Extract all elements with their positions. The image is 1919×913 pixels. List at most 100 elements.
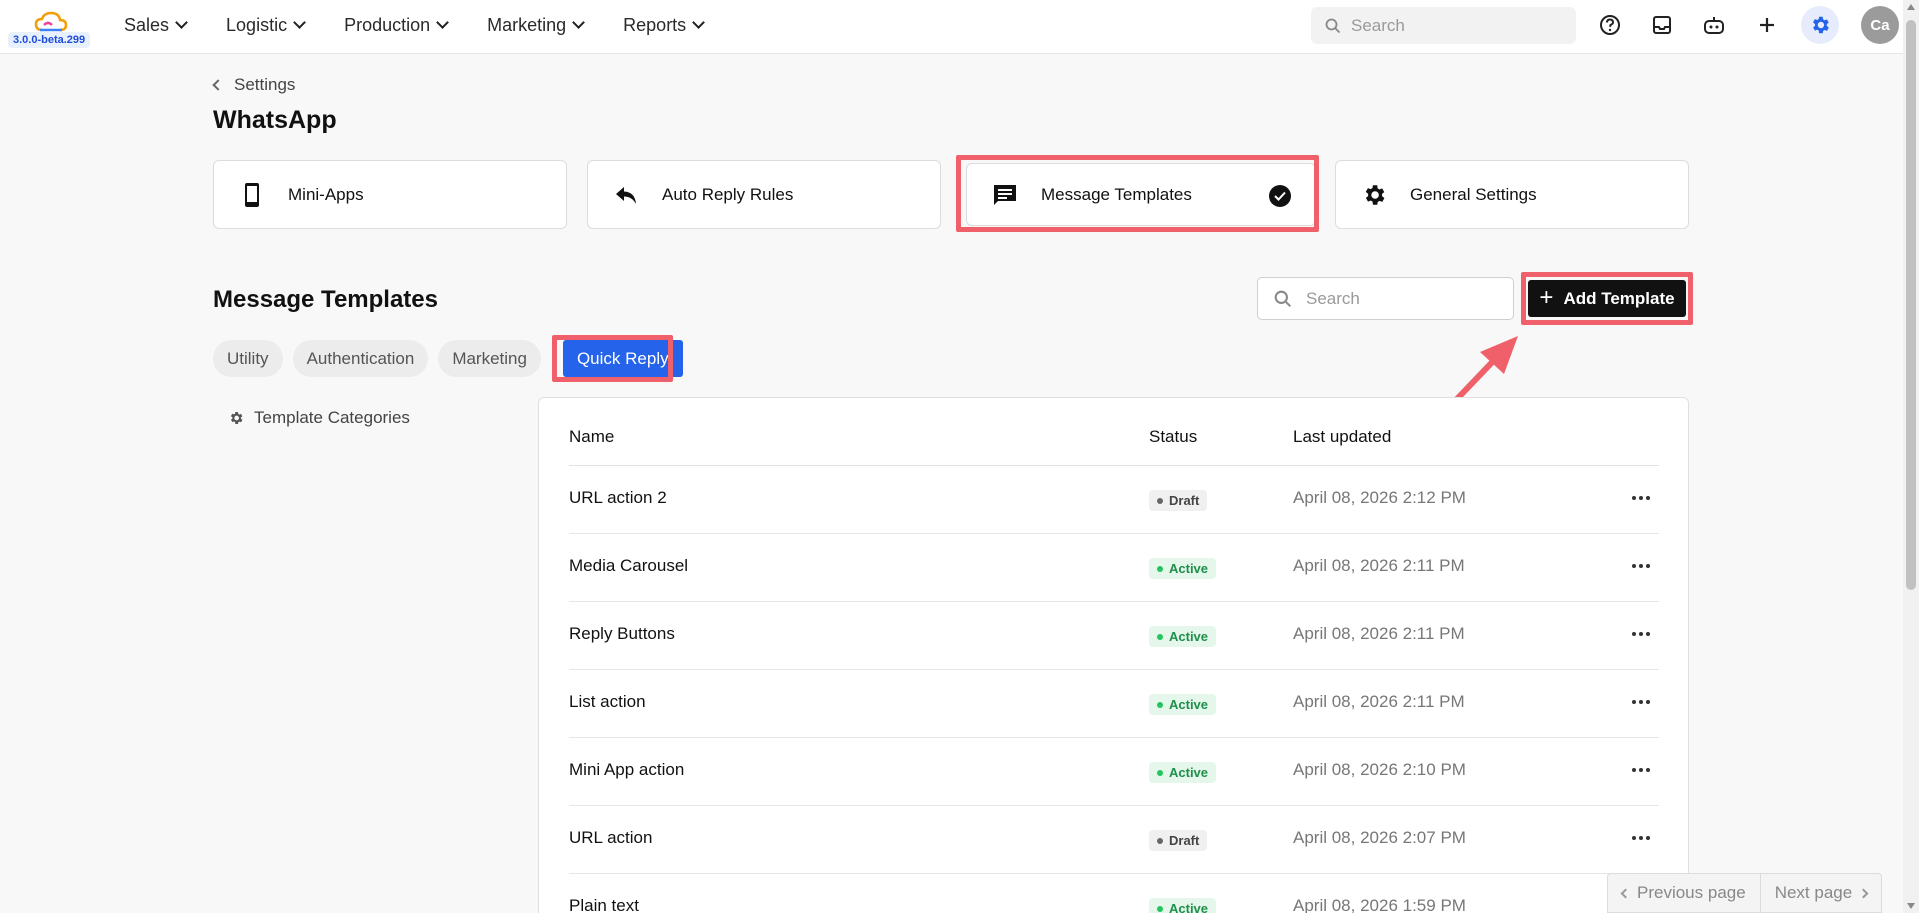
table-row[interactable]: List action Active April 08, 2026 2:11 P…: [569, 670, 1659, 738]
version-badge: 3.0.0-beta.299: [8, 32, 91, 48]
add-template-button[interactable]: + Add Template: [1528, 280, 1686, 317]
inbox-icon[interactable]: [1648, 11, 1676, 39]
status-label: Draft: [1169, 833, 1200, 848]
table-header: Name Status Last updated: [569, 398, 1659, 466]
more-options-icon[interactable]: [1629, 692, 1653, 712]
page-title: WhatsApp: [213, 106, 337, 134]
status-dot-icon: [1157, 565, 1163, 572]
top-bar: 3.0.0-beta.299 Sales Logistic Production…: [0, 0, 1903, 54]
status-badge: Active: [1149, 694, 1217, 715]
column-status[interactable]: Status: [1149, 427, 1197, 447]
nav-marketing[interactable]: Marketing: [487, 14, 586, 36]
status-badge: Draft: [1149, 830, 1208, 851]
filter-quick-reply[interactable]: Quick Reply: [562, 340, 683, 377]
nav-logistic[interactable]: Logistic: [226, 15, 306, 36]
message-icon: [991, 181, 1019, 209]
main-nav: Sales Logistic Production Marketing Repo…: [124, 0, 743, 50]
more-options-icon[interactable]: [1629, 624, 1653, 644]
app-logo[interactable]: 3.0.0-beta.299: [8, 8, 94, 50]
card-label: Message Templates: [1041, 184, 1192, 204]
scrollbar-thumb[interactable]: [1906, 20, 1916, 590]
nav-label: Sales: [124, 14, 170, 35]
template-categories-label: Template Categories: [254, 408, 410, 427]
template-name[interactable]: List action: [569, 692, 646, 712]
filter-chips: Utility Authentication Marketing Quick R…: [213, 340, 683, 377]
status-dot-icon: [1157, 769, 1163, 776]
table-row[interactable]: Reply Buttons Active April 08, 2026 2:11…: [569, 602, 1659, 670]
table-row[interactable]: URL action 2 Draft April 08, 2026 2:12 P…: [569, 466, 1659, 534]
global-search[interactable]: [1311, 7, 1576, 44]
breadcrumb-label: Settings: [234, 75, 296, 94]
filter-authentication[interactable]: Authentication: [292, 340, 429, 377]
table-row[interactable]: Media Carousel Active April 08, 2026 2:1…: [569, 534, 1659, 602]
column-last-updated[interactable]: Last updated: [1293, 427, 1391, 447]
status-badge: Active: [1149, 762, 1217, 783]
phone-icon: [238, 181, 266, 209]
template-search-input[interactable]: [1306, 288, 1486, 309]
global-search-input[interactable]: [1351, 15, 1551, 36]
breadcrumb[interactable]: Settings: [212, 75, 296, 95]
table-row[interactable]: Plain text Active April 08, 2026 1:59 PM: [569, 874, 1659, 913]
scroll-down-arrow-icon[interactable]: [1907, 903, 1915, 909]
nav-label: Production: [344, 14, 431, 35]
more-options-icon[interactable]: [1629, 760, 1653, 780]
chevron-down-icon: [293, 16, 306, 29]
status-label: Active: [1169, 901, 1209, 913]
nav-sales[interactable]: Sales: [124, 14, 188, 36]
card-general-settings[interactable]: General Settings: [1335, 160, 1689, 229]
template-name[interactable]: Media Carousel: [569, 556, 688, 576]
more-options-icon[interactable]: [1629, 828, 1653, 848]
nav-production[interactable]: Production: [344, 14, 449, 36]
filter-utility[interactable]: Utility: [213, 340, 283, 377]
status-dot-icon: [1157, 633, 1163, 640]
template-name[interactable]: Mini App action: [569, 760, 684, 780]
status-dot-icon: [1157, 497, 1163, 504]
plus-icon[interactable]: [1753, 11, 1781, 39]
next-page-button[interactable]: Next page: [1759, 874, 1882, 912]
status-label: Active: [1169, 561, 1209, 576]
status-badge: Active: [1149, 626, 1217, 647]
table-row[interactable]: Mini App action Active April 08, 2026 2:…: [569, 738, 1659, 806]
status-badge: Draft: [1149, 490, 1208, 511]
template-name[interactable]: URL action: [569, 828, 652, 848]
template-categories-link[interactable]: Template Categories: [228, 408, 410, 428]
previous-page-button[interactable]: Previous page: [1608, 874, 1760, 912]
more-options-icon[interactable]: [1629, 488, 1653, 508]
templates-table: Name Status Last updated URL action 2 Dr…: [538, 397, 1689, 913]
last-updated: April 08, 2026 2:11 PM: [1293, 692, 1465, 711]
template-name[interactable]: URL action 2: [569, 488, 667, 508]
status-badge: Active: [1149, 558, 1217, 579]
help-icon[interactable]: [1596, 11, 1624, 39]
chevron-right-icon: [1858, 888, 1869, 898]
status-dot-icon: [1157, 701, 1163, 708]
avatar[interactable]: Ca: [1861, 6, 1899, 44]
last-updated: April 08, 2026 2:11 PM: [1293, 556, 1465, 575]
template-name[interactable]: Plain text: [569, 896, 639, 913]
filter-marketing[interactable]: Marketing: [438, 340, 541, 377]
template-name[interactable]: Reply Buttons: [569, 624, 675, 644]
status-dot-icon: [1157, 905, 1163, 912]
search-icon: [1274, 290, 1292, 307]
plus-icon: +: [1539, 283, 1554, 311]
card-auto-reply-rules[interactable]: Auto Reply Rules: [587, 160, 941, 229]
filter-label: Quick Reply: [576, 348, 669, 368]
previous-page-label: Previous page: [1637, 883, 1746, 902]
chevron-left-icon: [212, 79, 224, 91]
page-scrollbar[interactable]: [1903, 0, 1919, 913]
robot-icon[interactable]: [1700, 11, 1728, 39]
nav-label: Marketing: [487, 14, 567, 35]
table-row[interactable]: URL action Draft April 08, 2026 2:07 PM: [569, 806, 1659, 874]
status-label: Active: [1169, 629, 1209, 644]
filter-label: Marketing: [452, 348, 527, 368]
nav-reports[interactable]: Reports: [623, 15, 706, 36]
chevron-down-icon: [692, 16, 706, 29]
settings-gear-icon[interactable]: [1801, 6, 1839, 44]
gear-icon: [230, 412, 243, 424]
card-mini-apps[interactable]: Mini-Apps: [213, 160, 567, 229]
more-options-icon[interactable]: [1629, 556, 1653, 576]
template-search[interactable]: [1257, 277, 1514, 320]
column-name[interactable]: Name: [569, 427, 614, 447]
checkmark-icon: [1269, 185, 1291, 207]
scroll-up-arrow-icon[interactable]: [1907, 4, 1915, 10]
card-message-templates[interactable]: Message Templates: [966, 163, 1316, 226]
